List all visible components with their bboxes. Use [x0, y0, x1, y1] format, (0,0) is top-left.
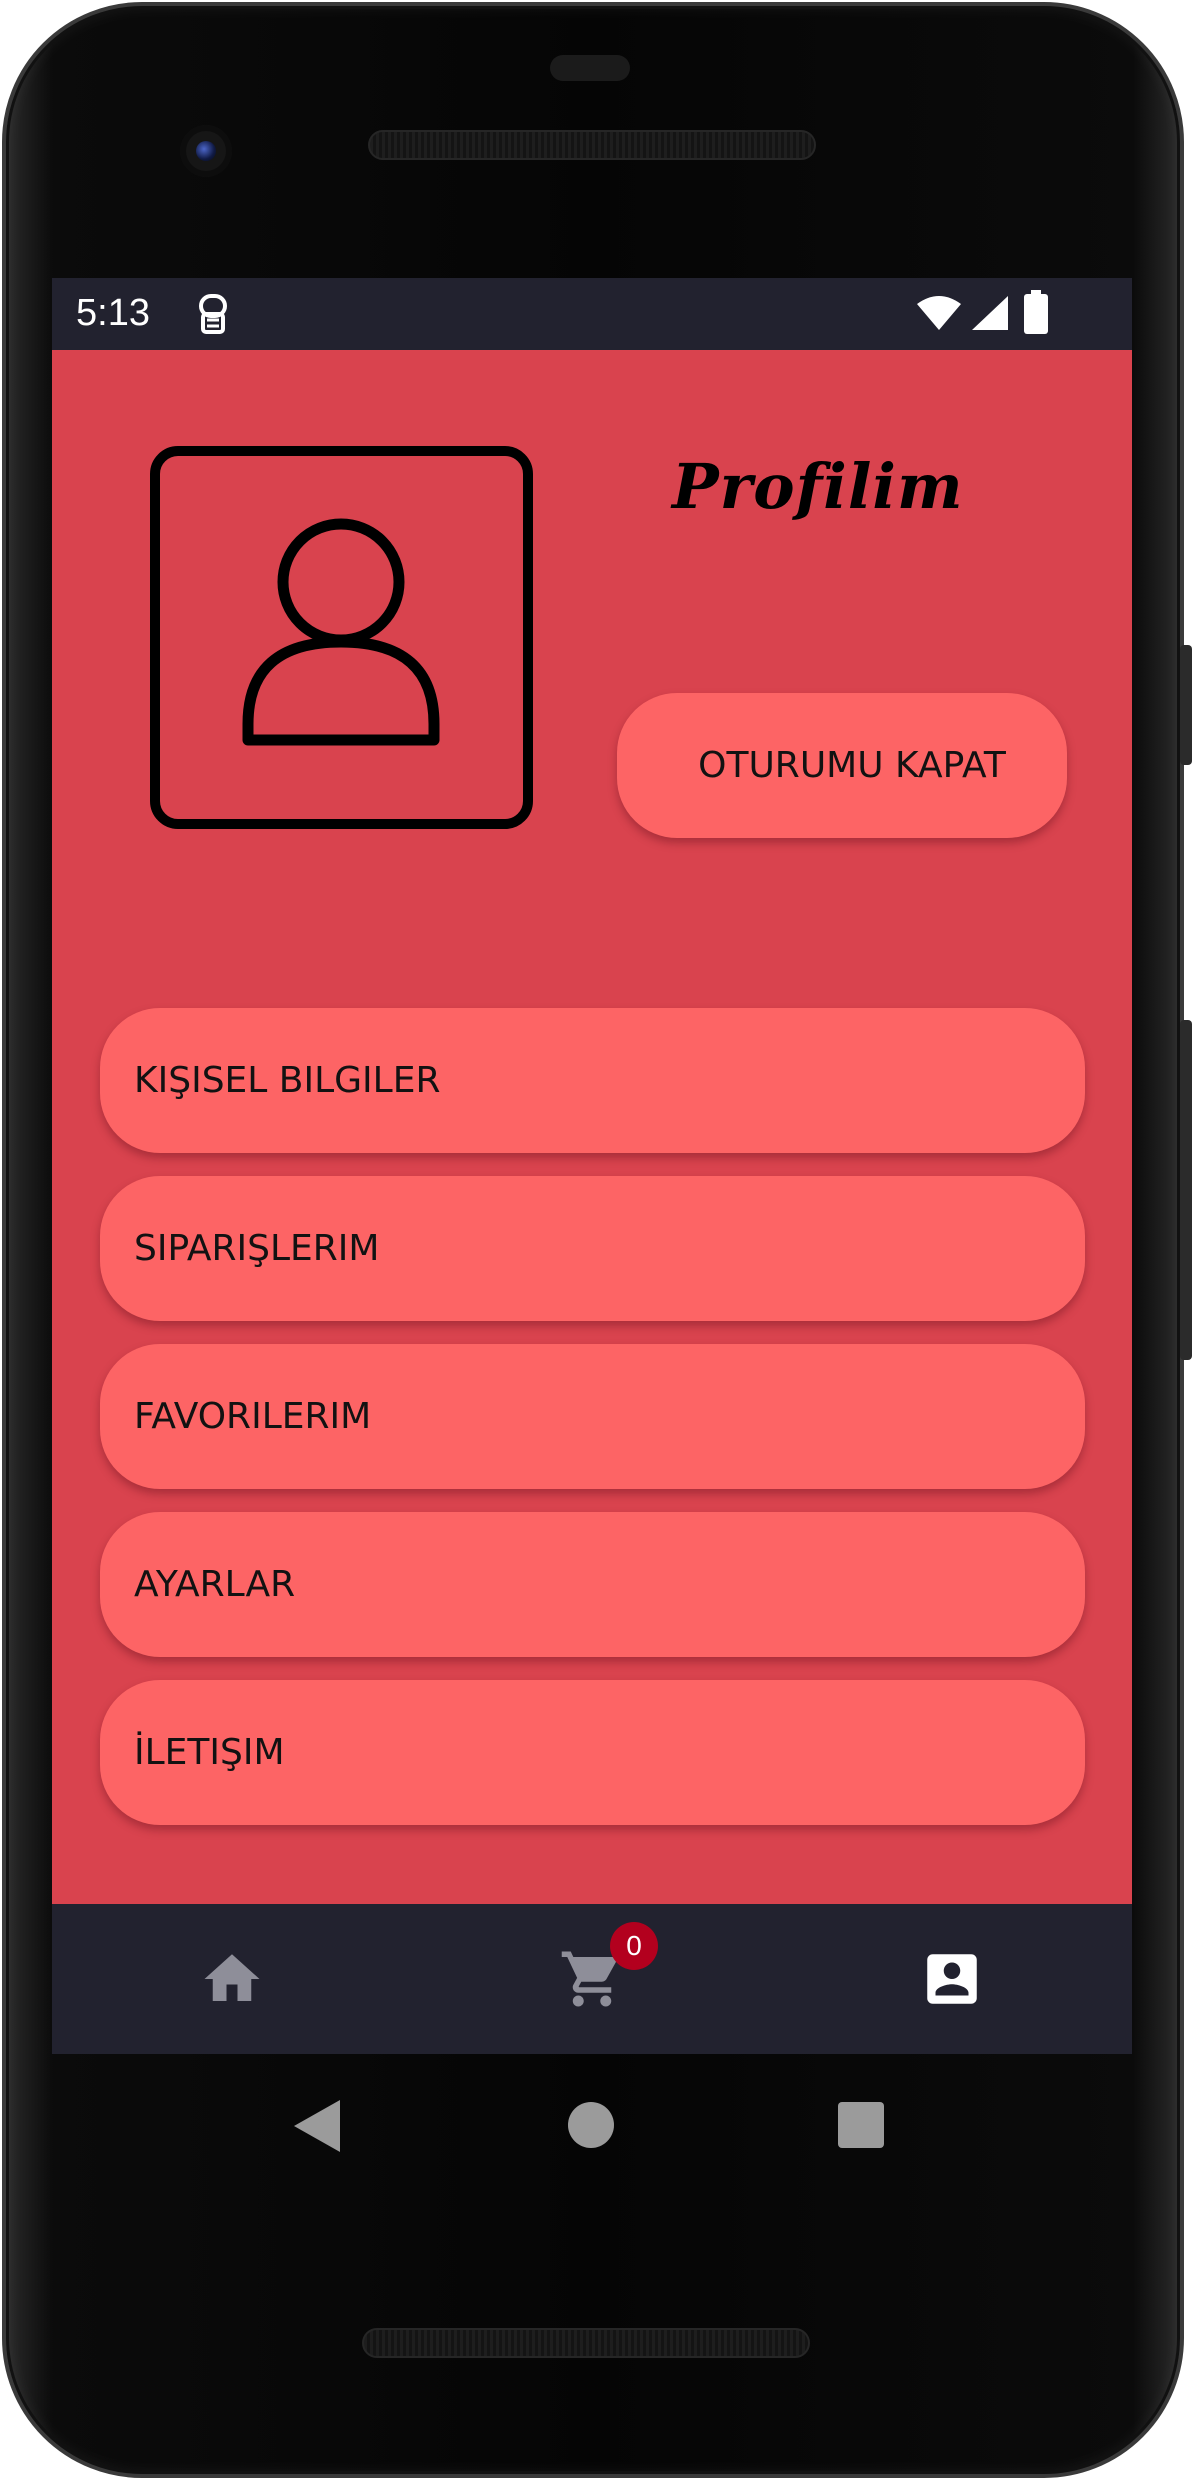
account-box-icon	[927, 1954, 977, 2004]
top-speaker	[368, 130, 816, 160]
volume-rocker	[1180, 1020, 1192, 1360]
recents-icon[interactable]	[838, 2102, 884, 2148]
notification-icon	[199, 294, 227, 334]
screen: 5:13 Profilim OTURUMU KAPAT KIŞISEL BILG…	[52, 278, 1132, 2054]
nav-profile[interactable]	[852, 1904, 1052, 2054]
menu-item-settings[interactable]: AYARLAR	[100, 1512, 1085, 1657]
bottom-speaker	[362, 2328, 810, 2358]
power-button	[1180, 645, 1192, 765]
wifi-icon	[917, 296, 961, 330]
home-button-icon[interactable]	[568, 2102, 614, 2148]
profile-content: Profilim OTURUMU KAPAT KIŞISEL BILGILER …	[52, 350, 1132, 1904]
status-bar: 5:13	[52, 278, 1132, 350]
avatar	[150, 446, 533, 829]
nav-cart[interactable]	[492, 1904, 692, 2054]
home-icon	[204, 1954, 260, 2001]
menu-item-orders[interactable]: SIPARIŞLERIM	[100, 1176, 1085, 1321]
bottom-navigation: 0	[52, 1904, 1132, 2054]
nav-home[interactable]	[132, 1904, 332, 2054]
top-sensor	[550, 55, 630, 81]
menu-item-contact[interactable]: İLETIŞIM	[100, 1680, 1085, 1825]
page-title: Profilim	[672, 450, 964, 523]
front-camera	[180, 125, 232, 177]
status-time: 5:13	[76, 292, 150, 334]
menu-item-personal-info[interactable]: KIŞISEL BILGILER	[100, 1008, 1085, 1153]
logout-button[interactable]: OTURUMU KAPAT	[617, 693, 1067, 838]
person-icon	[242, 518, 440, 746]
back-icon[interactable]	[292, 2098, 342, 2154]
cart-badge: 0	[610, 1922, 658, 1970]
signal-icon	[972, 296, 1008, 330]
menu-item-favorites[interactable]: FAVORILERIM	[100, 1344, 1085, 1489]
battery-icon	[1024, 290, 1048, 334]
